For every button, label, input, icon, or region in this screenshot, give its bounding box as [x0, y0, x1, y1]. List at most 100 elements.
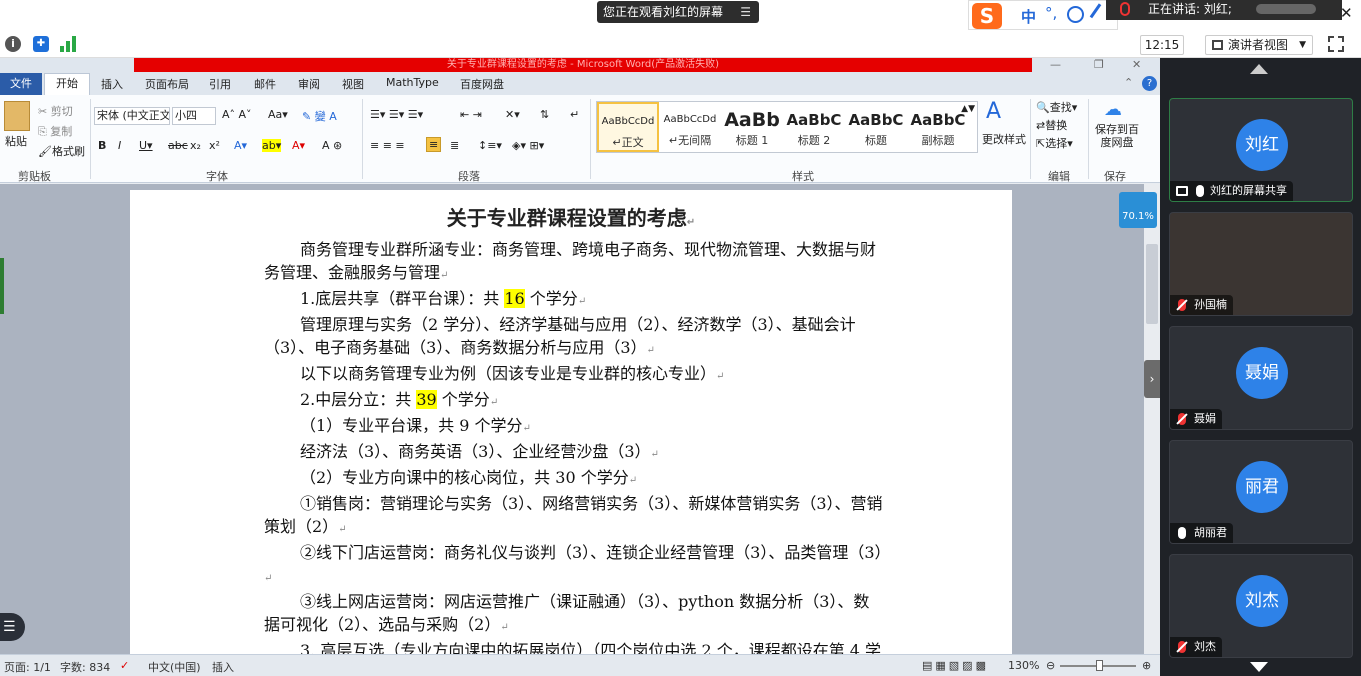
participant-tile[interactable]: 丽君 胡丽君: [1169, 440, 1353, 544]
zoom-out-icon[interactable]: ⊖: [1046, 659, 1055, 672]
shading-icon[interactable]: ◈▾ ⊞▾: [512, 139, 544, 152]
sogou-logo-icon[interactable]: S: [972, 3, 1002, 29]
show-marks-icon[interactable]: ↵: [570, 108, 579, 121]
tab-review[interactable]: 审阅: [298, 76, 320, 92]
baidu-cloud-icon[interactable]: ☁: [1104, 99, 1122, 120]
font-family-select[interactable]: 宋体 (中文正文): [94, 107, 170, 125]
copy-button[interactable]: ⎘ 复制: [38, 123, 72, 139]
save-to-baidu-button[interactable]: 保存到百度网盘: [1094, 123, 1140, 149]
chinese-layout-icon[interactable]: ✕▾: [505, 108, 520, 121]
scrollbar-thumb[interactable]: [1146, 244, 1158, 324]
ime-mode-toggle[interactable]: 中: [1021, 6, 1036, 27]
tab-home[interactable]: 开始: [44, 73, 90, 95]
text-effects-icon[interactable]: A▾: [234, 139, 247, 152]
close-icon[interactable]: ✕: [1340, 4, 1353, 22]
find-button[interactable]: 🔍查找▾: [1036, 99, 1077, 115]
document-paragraph[interactable]: ③线上网店运营岗：网店运营推广（课证融通）（3）、python 数据分析（3）、…: [264, 590, 884, 639]
font-size-select[interactable]: 小四: [172, 107, 216, 125]
document-paragraph[interactable]: ①销售岗：营销理论与实务（3）、网络营销实务（3）、新媒体营销实务（3）、营销策…: [264, 492, 884, 541]
document-paragraph[interactable]: 商务管理专业群所涵专业：商务管理、跨境电子商务、现代物流管理、大数据与财务管理、…: [264, 238, 884, 287]
highlight-icon[interactable]: ab▾: [262, 139, 282, 152]
paste-icon[interactable]: [4, 101, 30, 131]
indent-icon[interactable]: ⇤ ⇥: [460, 108, 482, 121]
select-button[interactable]: ⇱选择▾: [1036, 135, 1073, 151]
italic-button[interactable]: I: [118, 139, 121, 152]
justify-icon[interactable]: ≡: [426, 137, 442, 152]
line-spacing-icon[interactable]: ↕≡▾: [478, 139, 502, 152]
distributed-icon[interactable]: ≣: [450, 139, 459, 152]
paste-button[interactable]: 粘贴: [5, 133, 27, 149]
participant-tile[interactable]: 刘杰 刘杰: [1169, 554, 1353, 658]
zoom-level[interactable]: 130%: [1008, 659, 1039, 672]
tab-view[interactable]: 视图: [342, 76, 364, 92]
participant-tile[interactable]: 孙国楠: [1169, 212, 1353, 316]
participant-tile[interactable]: 刘红 刘红的屏幕共享: [1169, 98, 1353, 202]
style-title[interactable]: AaBbC 标题: [845, 102, 907, 152]
gallery-scroll-icon[interactable]: ▲▼: [961, 104, 975, 114]
zoom-in-icon[interactable]: ⊕: [1142, 659, 1151, 672]
superscript-button[interactable]: x²: [209, 139, 220, 152]
window-close-icon[interactable]: ✕: [1132, 58, 1141, 71]
change-styles-button[interactable]: 更改样式: [982, 131, 1026, 147]
word-count[interactable]: 字数: 834: [60, 659, 110, 675]
view-mode-dropdown[interactable]: 演讲者视图 ▼: [1205, 35, 1313, 55]
grow-font-icon[interactable]: A˄ A˅: [222, 108, 252, 121]
tab-insert[interactable]: 插入: [101, 76, 123, 92]
cut-button[interactable]: ✂ 剪切: [38, 103, 73, 119]
vertical-scrollbar[interactable]: [1144, 184, 1160, 654]
change-styles-icon[interactable]: A: [986, 99, 1001, 124]
document-paragraph[interactable]: （1）专业平台课，共 9 个学分↵: [264, 414, 884, 440]
tab-layout[interactable]: 页面布局: [145, 76, 189, 92]
help-icon[interactable]: ?: [1142, 76, 1157, 91]
align-left-icon[interactable]: ≡ ≡ ≡: [370, 139, 405, 152]
panel-scroll-down-icon[interactable]: [1250, 662, 1268, 672]
clear-format-icon[interactable]: ✎ 變 A: [302, 108, 337, 124]
tab-references[interactable]: 引用: [209, 76, 231, 92]
document-paragraph[interactable]: 1.底层共享（群平台课）：共 16 个学分↵: [264, 287, 884, 313]
style-heading-2[interactable]: AaBbC 标题 2: [783, 102, 845, 152]
document-paragraph[interactable]: ②线下门店运营岗：商务礼仪与谈判（3）、连锁企业经营管理（3）、品类管理（3） ↵: [264, 541, 891, 590]
strikethrough-button[interactable]: abc: [168, 139, 188, 152]
style-no-spacing[interactable]: AaBbCcDd ↵无间隔: [659, 102, 721, 152]
document-paragraph[interactable]: 管理原理与实务（2 学分）、经济学基础与应用（2）、经济数学（3）、基础会计（3…: [264, 313, 884, 362]
page-count[interactable]: 页面: 1/1: [4, 659, 51, 675]
info-icon[interactable]: i: [5, 36, 21, 52]
zoom-slider-knob[interactable]: [1096, 660, 1103, 671]
zoom-badge[interactable]: 70.1%: [1119, 192, 1157, 228]
minimize-icon[interactable]: —: [1050, 58, 1061, 71]
font-color-icon[interactable]: A▾: [292, 139, 305, 152]
underline-button[interactable]: U▾: [139, 139, 153, 152]
proofing-icon[interactable]: ✓: [120, 659, 129, 672]
style-heading-1[interactable]: AaBb 标题 1: [721, 102, 783, 152]
subscript-button[interactable]: x₂: [190, 139, 201, 152]
menu-icon[interactable]: ☰: [740, 1, 751, 23]
ime-toolbar[interactable]: S 中 °,: [968, 0, 1118, 30]
panel-scroll-up-icon[interactable]: [1250, 64, 1268, 74]
bullets-icon[interactable]: ☰▾ ☰▾ ☰▾: [370, 108, 423, 121]
tab-file[interactable]: 文件: [0, 73, 42, 95]
document-body[interactable]: 商务管理专业群所涵专业：商务管理、跨境电子商务、现代物流管理、大数据与财务管理、…: [264, 238, 891, 676]
shield-icon[interactable]: ✚: [33, 36, 49, 52]
ribbon-collapse-icon[interactable]: ⌃: [1124, 76, 1133, 89]
view-buttons-icon[interactable]: ▤▦▧▨▩: [922, 659, 989, 672]
emoji-icon[interactable]: [1067, 6, 1084, 23]
language-indicator[interactable]: 中文(中国): [148, 659, 201, 675]
change-case-icon[interactable]: Aa▾: [268, 108, 288, 121]
signal-icon[interactable]: [60, 36, 78, 52]
tab-baidu[interactable]: 百度网盘: [460, 76, 504, 92]
document-page[interactable]: 关于专业群课程设置的考虑↵ 商务管理专业群所涵专业：商务管理、跨境电子商务、现代…: [130, 190, 1012, 676]
fullscreen-icon[interactable]: [1328, 36, 1344, 52]
tab-mathtype[interactable]: MathType: [386, 76, 439, 89]
document-paragraph[interactable]: 经济法（3）、商务英语（3）、企业经营沙盘（3）↵: [264, 440, 884, 466]
viewing-banner[interactable]: 您正在观看刘红的屏幕 ☰: [597, 1, 759, 23]
char-shading-icon[interactable]: A ⊛: [322, 139, 342, 152]
tab-mailings[interactable]: 邮件: [254, 76, 276, 92]
replace-button[interactable]: ⇄替换: [1036, 117, 1067, 133]
insert-mode[interactable]: 插入: [212, 659, 234, 675]
sort-icon[interactable]: ⇅: [540, 108, 549, 121]
style-subtitle[interactable]: AaBbC 副标题: [907, 102, 969, 152]
style-normal[interactable]: AaBbCcDd ↵正文: [597, 102, 659, 152]
restore-icon[interactable]: ❐: [1094, 58, 1104, 71]
chevron-right-icon[interactable]: ›: [1144, 360, 1160, 398]
document-paragraph[interactable]: 以下以商务管理专业为例（因该专业是专业群的核心专业）↵: [264, 362, 884, 388]
